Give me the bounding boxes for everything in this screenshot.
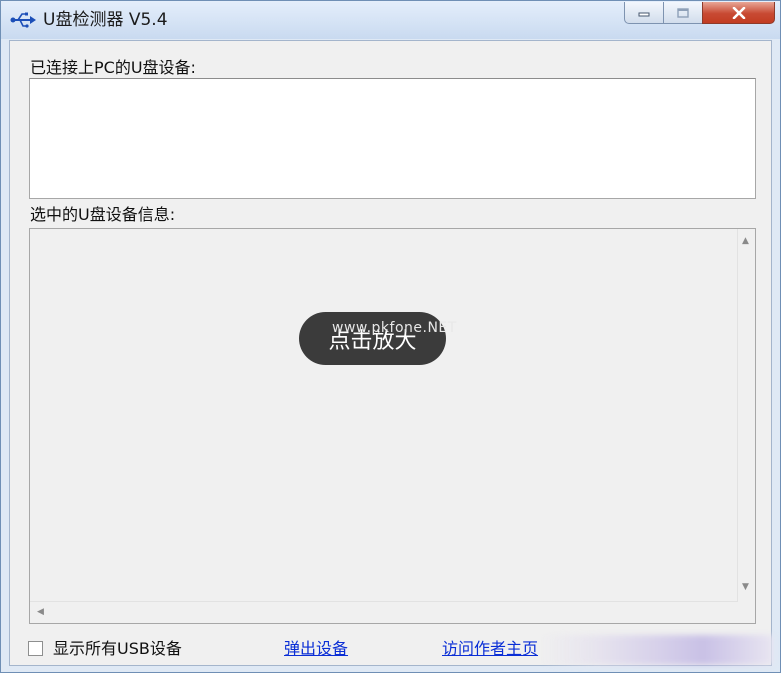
- connected-devices-list[interactable]: [29, 78, 756, 199]
- title-bar[interactable]: U盘检测器 V5.4: [1, 1, 780, 39]
- close-button[interactable]: [702, 2, 775, 24]
- connected-devices-label: 已连接上PC的U盘设备:: [30, 58, 196, 77]
- client-area: 已连接上PC的U盘设备: 选中的U盘设备信息: ▲ ▼ ◀ 点击放大 www.p…: [9, 40, 773, 666]
- selected-info-label: 选中的U盘设备信息:: [30, 205, 176, 224]
- main-window: U盘检测器 V5.4 已连接上PC的U盘设备: 选中的U盘设备信息: ▲ ▼ ◀…: [0, 0, 781, 673]
- maximize-icon: [677, 7, 689, 18]
- scroll-left-icon[interactable]: ◀: [37, 607, 44, 617]
- close-icon: [732, 6, 745, 19]
- minimize-button[interactable]: [624, 2, 664, 24]
- usb-icon: [10, 12, 36, 28]
- author-homepage-link[interactable]: 访问作者主页: [442, 639, 538, 659]
- blurred-region: [540, 635, 773, 665]
- window-title: U盘检测器 V5.4: [43, 10, 168, 30]
- device-info-textbox[interactable]: ▲ ▼ ◀: [29, 228, 756, 624]
- eject-device-link[interactable]: 弹出设备: [284, 639, 348, 659]
- scroll-up-icon[interactable]: ▲: [742, 236, 749, 246]
- watermark: www.pkfone.NET: [332, 320, 457, 336]
- scroll-down-icon[interactable]: ▼: [742, 582, 749, 592]
- vertical-scrollbar[interactable]: ▲ ▼: [737, 229, 755, 602]
- maximize-button[interactable]: [663, 2, 703, 24]
- show-all-usb-label[interactable]: 显示所有USB设备: [53, 639, 182, 659]
- minimize-icon: [638, 12, 650, 16]
- horizontal-scrollbar[interactable]: ◀: [30, 601, 738, 623]
- show-all-usb-checkbox[interactable]: [28, 641, 43, 656]
